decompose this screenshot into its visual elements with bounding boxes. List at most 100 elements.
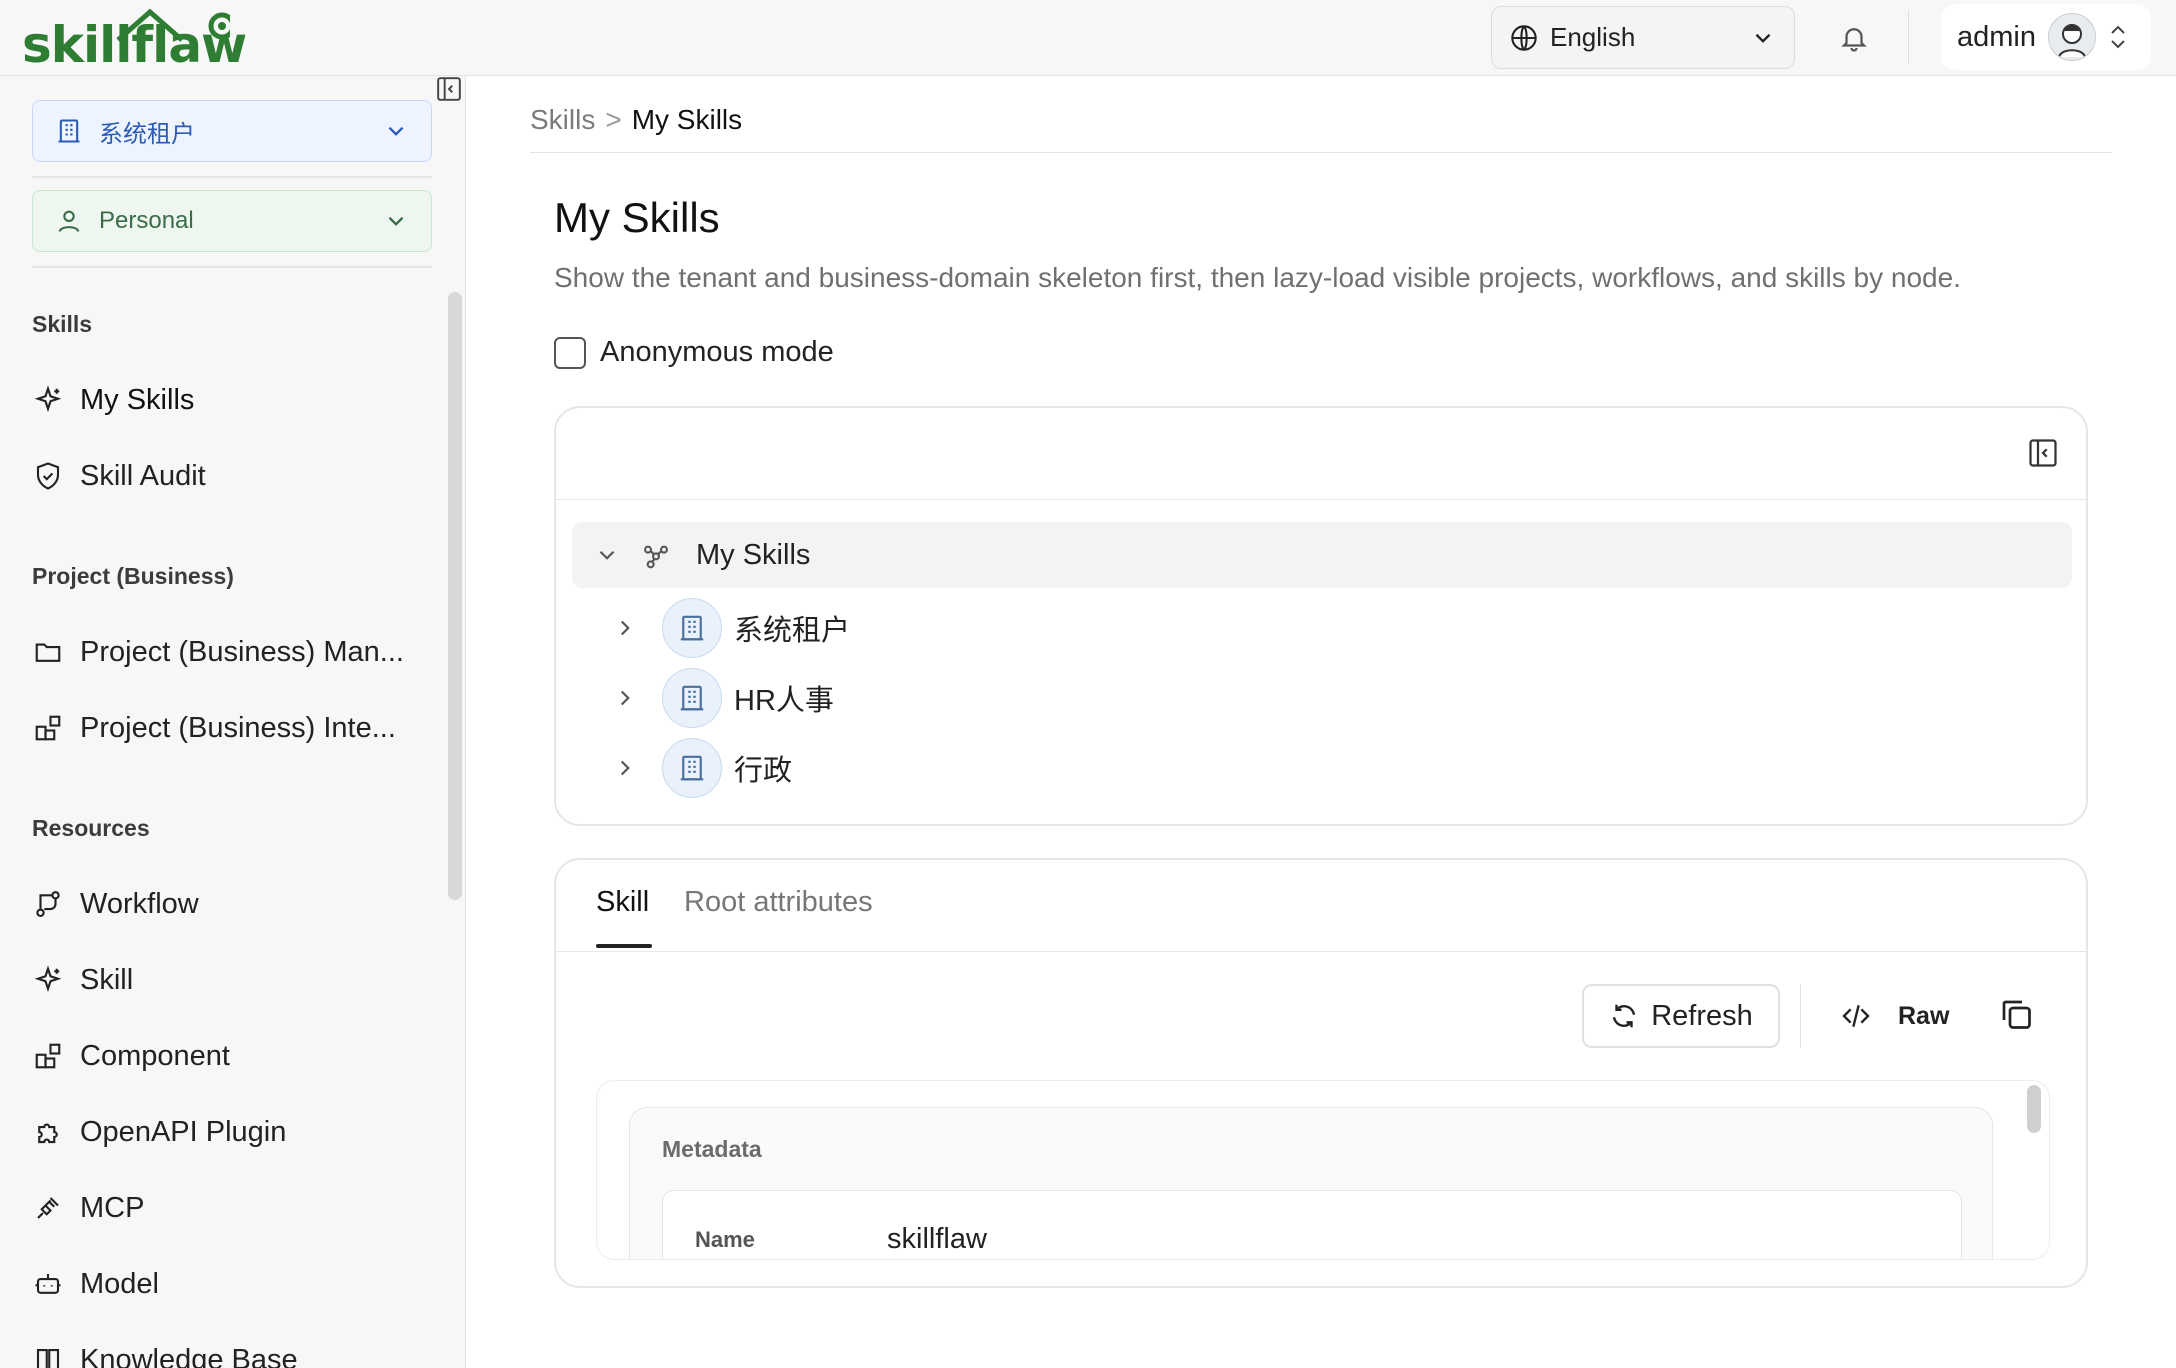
metadata-row: Name skillflaw xyxy=(662,1190,1962,1259)
panel-collapse-icon xyxy=(437,77,461,101)
sidebar-item-project-management[interactable]: Project (Business) Man... xyxy=(32,624,432,680)
language-select[interactable]: English xyxy=(1491,6,1795,69)
user-menu[interactable]: admin xyxy=(1941,4,2151,70)
skill-content-scroll-area[interactable]: Metadata Name skillflaw xyxy=(596,1080,2050,1260)
language-label: English xyxy=(1550,22,1636,52)
anonymous-mode-checkbox[interactable] xyxy=(554,336,586,369)
code-icon xyxy=(1842,1005,1870,1027)
chevron-down-icon[interactable] xyxy=(594,542,620,568)
building-icon xyxy=(662,598,722,658)
anonymous-mode-label: Anonymous mode xyxy=(600,336,834,368)
sidebar-divider xyxy=(32,266,432,268)
metadata-value: skillflaw xyxy=(887,1223,987,1255)
sparkle-icon xyxy=(32,384,64,416)
chevron-right-icon[interactable] xyxy=(612,685,638,711)
chevron-down-icon xyxy=(388,216,404,226)
sidebar-item-label: Component xyxy=(80,1039,230,1072)
header-divider xyxy=(1908,10,1909,64)
section-heading-project: Project (Business) xyxy=(32,563,234,589)
raw-label: Raw xyxy=(1898,1001,1950,1030)
chevron-right-icon[interactable] xyxy=(612,755,638,781)
bot-icon xyxy=(32,1268,64,1300)
sidebar-item-label: OpenAPI Plugin xyxy=(80,1115,287,1148)
tree-root-row[interactable]: My Skills xyxy=(572,522,2072,588)
sidebar-item-label: Project (Business) Man... xyxy=(80,635,404,668)
bell-icon xyxy=(1841,28,1867,52)
tenant-select[interactable]: 系统租户 xyxy=(32,100,432,162)
tree-node-admin[interactable]: 行政 xyxy=(612,736,792,800)
sidebar-item-label: MCP xyxy=(80,1191,145,1224)
sidebar-item-openapi-plugin[interactable]: OpenAPI Plugin xyxy=(32,1104,432,1160)
sidebar-item-project-integration[interactable]: Project (Business) Inte... xyxy=(32,700,432,756)
sidebar-item-knowledge-base[interactable]: Knowledge Base xyxy=(32,1332,432,1368)
tree-node-label: HR人事 xyxy=(734,685,834,717)
sidebar-item-model[interactable]: Model xyxy=(32,1256,432,1312)
plug-icon xyxy=(32,1192,64,1224)
sidebar-divider xyxy=(32,176,432,178)
tab-root-attributes[interactable]: Root attributes xyxy=(684,886,873,919)
content-scrollbar-thumb[interactable] xyxy=(2027,1085,2041,1133)
blocks-icon xyxy=(32,1040,64,1072)
skill-tree-card: My Skills 系统租户 HR人事 行政 xyxy=(554,406,2088,826)
tree-node-label: 系统租户 xyxy=(734,615,851,647)
section-heading-skills: Skills xyxy=(32,311,93,337)
tree-card-header xyxy=(556,408,2086,500)
toolbar-divider xyxy=(1800,984,1801,1048)
tree-node-tenant[interactable]: 系统租户 xyxy=(612,596,850,660)
sidebar-item-skill[interactable]: Skill xyxy=(32,952,432,1008)
space-select[interactable]: Personal xyxy=(32,190,432,252)
sidebar-collapse-button[interactable] xyxy=(436,76,462,102)
page-title: My Skills xyxy=(554,194,720,241)
breadcrumb: Skills > My Skills xyxy=(530,104,742,136)
notifications-button[interactable] xyxy=(1834,18,1874,58)
user-name: admin xyxy=(1957,20,2036,53)
detail-tabs: Skill Root attributes xyxy=(556,860,2086,952)
breadcrumb-divider xyxy=(530,152,2112,153)
tree-node-label: 行政 xyxy=(734,755,793,787)
avatar-face-icon xyxy=(2058,24,2086,57)
sidebar-item-mcp[interactable]: MCP xyxy=(32,1180,432,1236)
building-icon xyxy=(662,668,722,728)
space-select-value: Personal xyxy=(99,207,194,234)
globe-icon xyxy=(1511,24,1537,51)
network-icon xyxy=(643,545,669,569)
metadata-heading: Metadata xyxy=(662,1136,762,1162)
section-heading-resources: Resources xyxy=(32,815,150,841)
sidebar-item-label: Model xyxy=(80,1267,159,1300)
sidebar-item-my-skills[interactable]: My Skills xyxy=(32,372,432,428)
panel-toggle-icon[interactable] xyxy=(2028,438,2058,468)
tab-skill[interactable]: Skill xyxy=(596,886,649,919)
chevron-down-icon xyxy=(388,126,404,136)
blocks-icon xyxy=(32,712,64,744)
building-icon xyxy=(58,119,80,143)
sidebar-item-label: Project (Business) Inte... xyxy=(80,711,396,744)
breadcrumb-separator: > xyxy=(605,104,622,135)
anonymous-mode-toggle[interactable]: Anonymous mode xyxy=(554,336,834,369)
sidebar-item-label: Skill Audit xyxy=(80,459,206,492)
sidebar-item-component[interactable]: Component xyxy=(32,1028,432,1084)
sidebar-item-workflow[interactable]: Workflow xyxy=(32,876,432,932)
skill-detail-card: Skill Root attributes Refresh Raw Metada… xyxy=(554,858,2088,1288)
sidebar-scrollbar[interactable] xyxy=(448,292,462,900)
active-tab-indicator xyxy=(596,944,652,948)
copy-icon[interactable] xyxy=(1998,996,2034,1032)
puzzle-icon xyxy=(32,1116,64,1148)
page-description: Show the tenant and business-domain skel… xyxy=(554,262,1961,293)
user-icon xyxy=(58,210,80,233)
raw-button[interactable]: Raw xyxy=(1840,994,1949,1038)
tree-node-hr[interactable]: HR人事 xyxy=(612,666,834,730)
refresh-button[interactable]: Refresh xyxy=(1582,984,1780,1048)
app-logo[interactable]: skillflaw xyxy=(22,4,247,70)
refresh-label: Refresh xyxy=(1651,999,1753,1032)
metadata-section: Metadata Name skillflaw xyxy=(629,1107,1993,1259)
breadcrumb-current: My Skills xyxy=(631,104,743,135)
chevron-right-icon[interactable] xyxy=(612,615,638,641)
shield-icon xyxy=(32,460,64,492)
sidebar-item-skill-audit[interactable]: Skill Audit xyxy=(32,448,432,504)
folder-icon xyxy=(32,636,64,668)
book-icon xyxy=(32,1344,64,1368)
tree-root-label: My Skills xyxy=(696,538,811,571)
avatar xyxy=(2048,13,2096,61)
breadcrumb-root-link[interactable]: Skills xyxy=(530,104,595,136)
tenant-select-value: 系统租户 xyxy=(99,120,195,148)
